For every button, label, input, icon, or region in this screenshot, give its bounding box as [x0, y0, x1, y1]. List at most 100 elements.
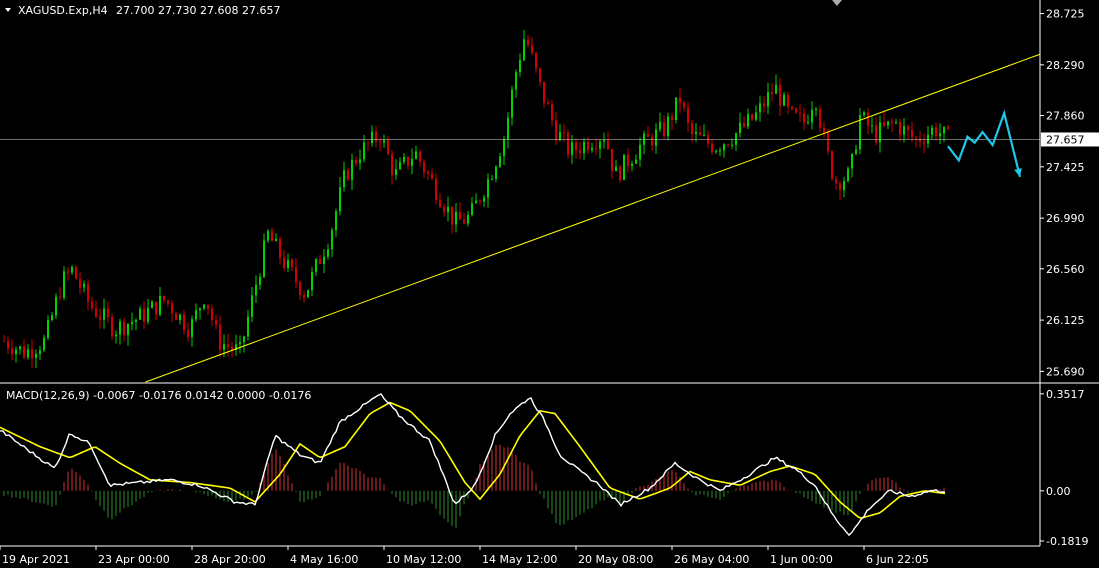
- candle-body: [847, 168, 849, 182]
- candle-body: [27, 349, 29, 358]
- time-tick-label: 20 May 08:00: [578, 553, 653, 566]
- candle-body: [635, 159, 637, 164]
- candle-body: [727, 144, 729, 146]
- chart-shift-icon[interactable]: [832, 0, 842, 6]
- candle-body: [139, 308, 141, 320]
- time-tick-label: 19 Apr 2021: [2, 553, 70, 566]
- time-tick-label: 28 Apr 20:00: [194, 553, 266, 566]
- candle-body: [731, 144, 733, 146]
- candle-body: [939, 133, 941, 137]
- candle-body: [719, 150, 721, 152]
- candle-body: [699, 131, 701, 136]
- candle-body: [627, 154, 629, 167]
- candle-body: [291, 259, 293, 268]
- candle-body: [207, 304, 209, 309]
- candle-body: [271, 230, 273, 241]
- candle-body: [331, 230, 333, 250]
- candle-body: [827, 132, 829, 152]
- candle-body: [467, 214, 469, 224]
- candle-body: [319, 259, 321, 265]
- candle-body: [455, 211, 457, 225]
- candle-body: [527, 39, 529, 45]
- candle-body: [159, 295, 161, 315]
- candle-body: [127, 324, 129, 336]
- candle-body: [615, 166, 617, 172]
- candle-body: [487, 179, 489, 198]
- candle-body: [543, 81, 545, 103]
- candle-body: [7, 340, 9, 349]
- price-panel[interactable]: [0, 29, 1041, 383]
- candle-body: [935, 127, 937, 137]
- candle-body: [175, 313, 177, 321]
- price-tick-label: 28.725: [1046, 8, 1085, 21]
- candle-body: [903, 126, 905, 135]
- candle-body: [507, 117, 509, 140]
- candle-body: [407, 156, 409, 166]
- candle-body: [179, 314, 181, 321]
- candle-body: [647, 133, 649, 138]
- candle-body: [103, 308, 105, 320]
- price-tick-label: 28.290: [1046, 59, 1085, 72]
- candle-body: [531, 44, 533, 54]
- menu-triangle-icon[interactable]: [5, 8, 11, 12]
- candle-body: [667, 116, 669, 137]
- candle-body: [839, 183, 841, 191]
- candle-body: [579, 150, 581, 154]
- candle-body: [711, 143, 713, 153]
- candle-body: [147, 308, 149, 322]
- candle-body: [815, 108, 817, 110]
- candle-body: [891, 121, 893, 123]
- candle-body: [59, 296, 61, 298]
- projection-arrow[interactable]: [947, 109, 1022, 178]
- candle-body: [595, 148, 597, 150]
- price-tick-label: 26.560: [1046, 263, 1085, 276]
- candle-body: [947, 126, 949, 130]
- candle-body: [603, 140, 605, 142]
- candle-body: [495, 166, 497, 179]
- candle-body: [639, 144, 641, 160]
- candle-body: [539, 68, 541, 82]
- candle-body: [67, 271, 69, 273]
- candle-body: [95, 308, 97, 317]
- price-tick-label: 27.860: [1046, 110, 1085, 123]
- candle-body: [315, 259, 317, 272]
- candle-body: [283, 257, 285, 269]
- candle-body: [571, 142, 573, 155]
- candle-body: [887, 121, 889, 126]
- candle-body: [679, 97, 681, 103]
- candle-body: [327, 249, 329, 257]
- candle-body: [523, 39, 525, 61]
- candle-body: [83, 283, 85, 288]
- candle-body: [3, 340, 5, 342]
- chart-canvas[interactable]: 28.725 28.290 27.860 27.425 26.990 26.560 26.1…: [0, 0, 1099, 568]
- candle-body: [475, 200, 477, 204]
- candle-body: [43, 337, 45, 351]
- candle-body: [867, 112, 869, 126]
- candle-body: [923, 141, 925, 144]
- candle-body: [223, 343, 225, 350]
- candle-body: [907, 126, 909, 131]
- candle-body: [515, 72, 517, 90]
- candle-body: [183, 314, 185, 331]
- candle-body: [335, 211, 337, 231]
- macd-panel[interactable]: [0, 393, 946, 537]
- candle-body: [871, 125, 873, 127]
- candle-body: [599, 141, 601, 149]
- candle-body: [751, 114, 753, 120]
- candle-body: [619, 166, 621, 181]
- candle-body: [675, 97, 677, 121]
- candle-body: [87, 283, 89, 302]
- candle-body: [107, 308, 109, 318]
- candle-body: [691, 123, 693, 135]
- candle-body: [767, 92, 769, 107]
- candle-body: [99, 316, 101, 320]
- candle-body: [755, 112, 757, 120]
- candle-body: [863, 112, 865, 116]
- candle-body: [415, 151, 417, 159]
- candle-body: [491, 178, 493, 180]
- candle-body: [611, 148, 613, 172]
- trendline[interactable]: [145, 53, 1041, 383]
- candle-body: [243, 336, 245, 343]
- candle-body: [35, 354, 37, 358]
- candle-body: [575, 142, 577, 151]
